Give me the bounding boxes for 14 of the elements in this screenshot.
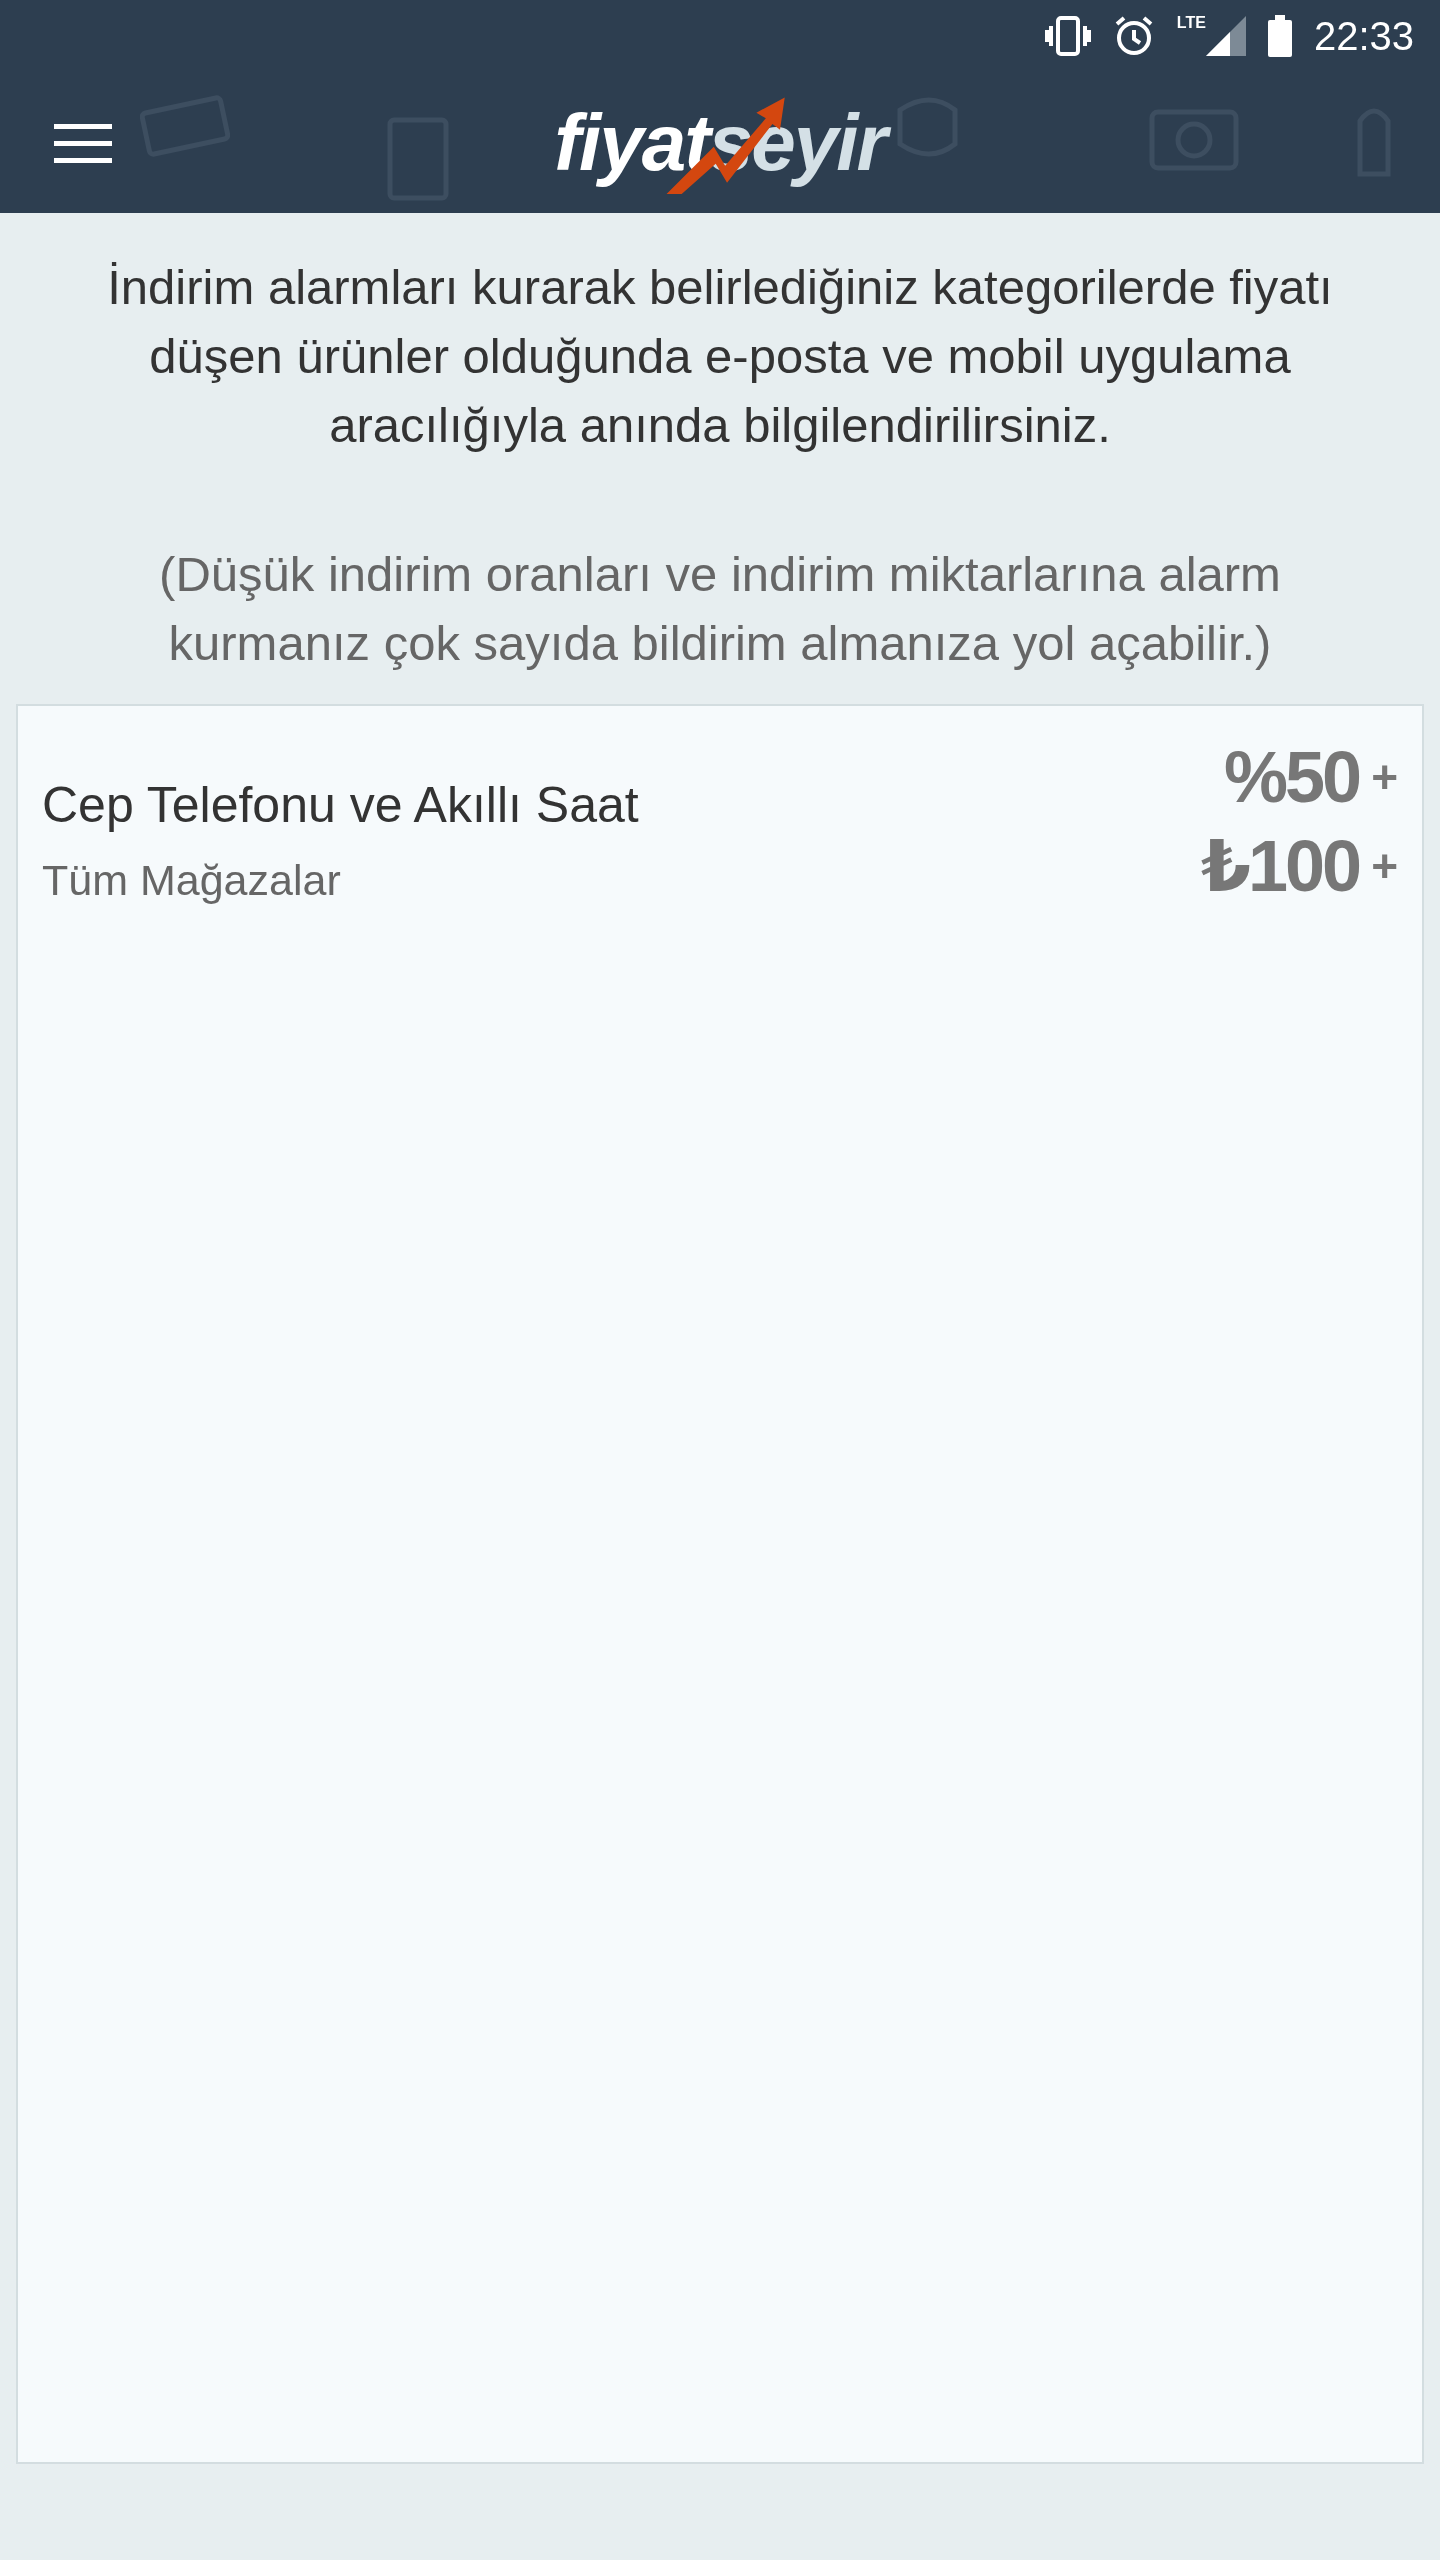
vibrate-icon — [1044, 16, 1091, 56]
warning-note: (Düşük indirim oranları ve indirim miktarlarına alarm kurmanız çok sayıda bildirim almanıza yol açabilir.) — [158, 546, 1282, 672]
plus-sign: + — [1371, 839, 1398, 893]
network-type: LTE — [1176, 14, 1206, 32]
signal-icon — [1205, 16, 1246, 56]
menu-icon[interactable] — [54, 124, 112, 164]
discount-rate: %50 — [1224, 736, 1360, 818]
intro-text: İndirim alarmları kurarak belirlediğiniz kategorilerde fiyatı düşen ürünler olduğunda e-posta ve mobil uygulama aracılığıyla anında bilgilendirilirsiniz. — [106, 259, 1334, 454]
battery-icon — [1267, 15, 1292, 57]
store-name: Tüm Mağazalar — [42, 856, 342, 905]
discount-amount: ₺100 — [1200, 825, 1360, 908]
plus-sign: + — [1371, 750, 1398, 804]
clock-time: 22:33 — [1313, 13, 1414, 59]
category-name: Cep Telefonu ve Akıllı Saat — [42, 776, 639, 834]
